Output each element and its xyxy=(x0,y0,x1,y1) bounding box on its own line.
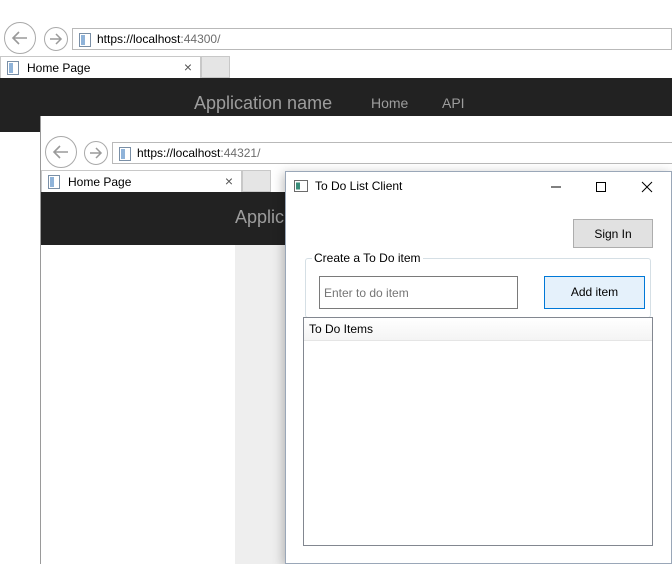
title-bar[interactable]: To Do List Client xyxy=(286,172,671,202)
app-window-icon xyxy=(294,180,308,192)
nav-link-home[interactable]: Home xyxy=(371,95,408,111)
maximize-button[interactable] xyxy=(586,176,616,198)
minimize-icon xyxy=(551,186,561,188)
address-bar[interactable]: https://localhost:44321/ xyxy=(112,142,672,164)
todo-list[interactable]: To Do Items xyxy=(303,317,653,546)
back-button[interactable] xyxy=(45,136,77,168)
page-icon xyxy=(119,147,131,161)
group-label: Create a To Do item xyxy=(312,251,423,265)
address-url: https://localhost:44300/ xyxy=(97,32,221,46)
todo-input[interactable] xyxy=(319,276,518,309)
new-tab-button[interactable] xyxy=(242,170,271,192)
close-button[interactable] xyxy=(632,176,662,198)
back-button[interactable] xyxy=(4,22,36,54)
todo-input-field[interactable] xyxy=(320,277,517,308)
address-url: https://localhost:44321/ xyxy=(137,146,261,160)
page-icon xyxy=(7,61,19,75)
tab-title: Home Page xyxy=(68,175,132,189)
list-header-label: To Do Items xyxy=(309,322,374,336)
arrow-right-icon xyxy=(50,33,63,45)
arrow-left-icon xyxy=(52,145,68,159)
page-icon xyxy=(48,175,60,189)
close-icon xyxy=(641,181,653,193)
address-bar[interactable]: https://localhost:44300/ xyxy=(72,28,672,50)
tab-close-icon[interactable]: × xyxy=(184,59,192,75)
window-title: To Do List Client xyxy=(315,179,403,193)
arrow-left-icon xyxy=(11,31,27,45)
page-icon xyxy=(79,33,91,47)
forward-button[interactable] xyxy=(84,141,108,165)
forward-button[interactable] xyxy=(44,27,68,51)
todo-client-window: To Do List Client Sign In Create a To Do… xyxy=(285,171,672,564)
tab-title: Home Page xyxy=(27,61,91,75)
sign-in-button[interactable]: Sign In xyxy=(573,219,653,248)
add-item-button[interactable]: Add item xyxy=(544,276,645,309)
list-header[interactable]: To Do Items xyxy=(304,318,652,341)
tab-home-page[interactable]: Home Page × xyxy=(0,56,201,78)
new-tab-button[interactable] xyxy=(201,56,230,78)
nav-link-api[interactable]: API xyxy=(442,95,465,111)
arrow-right-icon xyxy=(90,147,103,159)
tab-home-page[interactable]: Home Page × xyxy=(41,170,242,192)
brand-link[interactable]: Applic xyxy=(235,207,284,228)
brand-link[interactable]: Application name xyxy=(194,93,332,114)
tab-close-icon[interactable]: × xyxy=(225,173,233,189)
maximize-icon xyxy=(596,182,606,192)
minimize-button[interactable] xyxy=(541,176,571,198)
